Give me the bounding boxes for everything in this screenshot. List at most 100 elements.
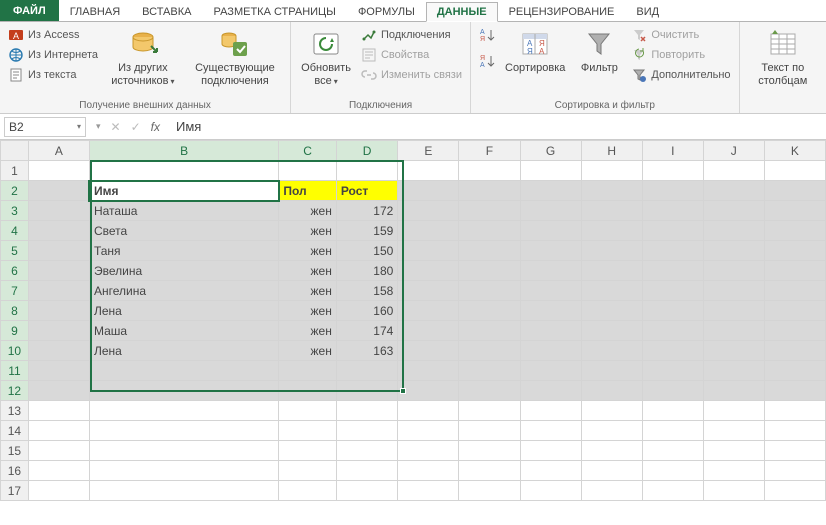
cell[interactable] (581, 361, 642, 381)
cell[interactable] (764, 301, 825, 321)
cell[interactable]: 150 (336, 241, 397, 261)
sort-asc-button[interactable]: AЯ (477, 26, 497, 44)
cancel-icon[interactable]: ✕ (111, 120, 121, 134)
cell[interactable]: жен (279, 281, 336, 301)
cell[interactable]: 158 (336, 281, 397, 301)
cell[interactable]: Имя (89, 181, 278, 201)
cell[interactable]: Маша (89, 321, 278, 341)
cell[interactable] (398, 361, 459, 381)
select-all-corner[interactable] (1, 141, 29, 161)
cell[interactable] (336, 441, 397, 461)
cell[interactable] (279, 461, 336, 481)
cell[interactable]: Рост (336, 181, 397, 201)
cell[interactable] (398, 461, 459, 481)
sort-button[interactable]: AЯЯA Сортировка (501, 26, 569, 77)
cell[interactable] (28, 401, 89, 421)
cell[interactable] (459, 161, 520, 181)
clear-filter-button[interactable]: Очистить (629, 26, 732, 44)
cell[interactable] (28, 381, 89, 401)
column-header[interactable]: C (279, 141, 336, 161)
cell[interactable] (459, 381, 520, 401)
text-to-columns-button[interactable]: Текст по столбцам (746, 26, 820, 89)
cell[interactable] (764, 421, 825, 441)
cell[interactable] (642, 221, 703, 241)
cell[interactable]: Наташа (89, 201, 278, 221)
cell[interactable] (89, 381, 278, 401)
fx-icon[interactable]: fx (151, 120, 160, 134)
column-header[interactable]: G (520, 141, 581, 161)
cell[interactable] (279, 381, 336, 401)
tab-file[interactable]: ФАЙЛ (0, 0, 59, 21)
cell[interactable] (520, 261, 581, 281)
column-header[interactable]: J (703, 141, 764, 161)
cell[interactable] (764, 361, 825, 381)
cell[interactable] (642, 401, 703, 421)
cell[interactable] (398, 221, 459, 241)
row-header[interactable]: 4 (1, 221, 29, 241)
cell[interactable] (459, 281, 520, 301)
cell[interactable] (336, 421, 397, 441)
cell[interactable] (398, 281, 459, 301)
cell[interactable]: жен (279, 321, 336, 341)
cell[interactable] (703, 281, 764, 301)
cell[interactable] (703, 301, 764, 321)
cell[interactable] (336, 481, 397, 501)
cell[interactable]: 163 (336, 341, 397, 361)
cell[interactable] (703, 441, 764, 461)
cell[interactable] (398, 201, 459, 221)
cell[interactable] (764, 201, 825, 221)
cell[interactable] (581, 161, 642, 181)
cell[interactable] (642, 161, 703, 181)
tab-home[interactable]: ГЛАВНАЯ (59, 2, 131, 21)
cell[interactable] (28, 481, 89, 501)
cell[interactable] (28, 461, 89, 481)
cell[interactable] (89, 441, 278, 461)
cell[interactable] (581, 181, 642, 201)
cell[interactable] (459, 221, 520, 241)
cell[interactable] (581, 441, 642, 461)
cell[interactable] (703, 341, 764, 361)
cell[interactable] (89, 401, 278, 421)
cell[interactable] (459, 261, 520, 281)
cell[interactable] (459, 481, 520, 501)
tab-view[interactable]: ВИД (625, 2, 670, 21)
cell[interactable] (642, 301, 703, 321)
from-access-button[interactable]: A Из Access (6, 26, 100, 44)
cell[interactable] (459, 341, 520, 361)
cell[interactable] (642, 461, 703, 481)
cell[interactable]: Ангелина (89, 281, 278, 301)
cell[interactable] (89, 481, 278, 501)
existing-connections-button[interactable]: Существующие подключения (186, 26, 284, 89)
row-header[interactable]: 5 (1, 241, 29, 261)
cell[interactable] (703, 361, 764, 381)
history-icon[interactable]: ▾ (96, 121, 101, 132)
cell[interactable] (398, 381, 459, 401)
cell[interactable] (28, 421, 89, 441)
cell[interactable] (398, 441, 459, 461)
cell[interactable] (28, 441, 89, 461)
cell[interactable]: жен (279, 341, 336, 361)
row-header[interactable]: 12 (1, 381, 29, 401)
cell[interactable] (336, 161, 397, 181)
cell[interactable] (89, 361, 278, 381)
cell[interactable] (581, 461, 642, 481)
cell[interactable] (581, 481, 642, 501)
tab-review[interactable]: РЕЦЕНЗИРОВАНИЕ (498, 2, 626, 21)
edit-links-button[interactable]: Изменить связи (359, 66, 464, 84)
row-header[interactable]: 6 (1, 261, 29, 281)
cell[interactable] (581, 301, 642, 321)
cell[interactable] (581, 421, 642, 441)
cell[interactable] (398, 321, 459, 341)
cell[interactable] (336, 361, 397, 381)
cell[interactable]: жен (279, 221, 336, 241)
cell[interactable] (764, 441, 825, 461)
cell[interactable] (520, 401, 581, 421)
fill-handle[interactable] (400, 388, 406, 394)
from-other-sources-button[interactable]: Из других источников▾ (104, 26, 182, 89)
cell[interactable] (642, 441, 703, 461)
cell[interactable] (642, 361, 703, 381)
cell[interactable] (764, 401, 825, 421)
cell[interactable] (28, 261, 89, 281)
cell[interactable] (398, 241, 459, 261)
cell[interactable] (459, 181, 520, 201)
